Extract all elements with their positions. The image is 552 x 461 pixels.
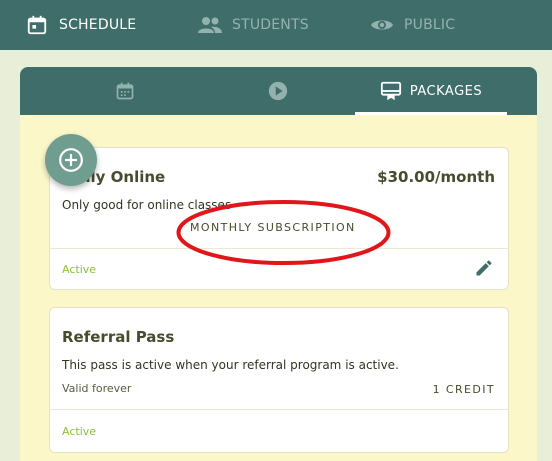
add-package-button[interactable]: [45, 134, 97, 186]
package-credits: 1 CREDIT: [432, 383, 495, 396]
status-badge: Active: [62, 263, 97, 276]
card-divider: [50, 409, 508, 410]
package-description: Only good for online classes: [62, 198, 232, 212]
play-icon: [268, 81, 288, 101]
tab-video[interactable]: [233, 67, 323, 115]
calendar-icon: [116, 82, 134, 100]
nav-schedule-label: SCHEDULE: [59, 17, 137, 33]
people-icon: [198, 17, 222, 33]
card-divider: [50, 248, 508, 249]
nav-public-label: PUBLIC: [404, 17, 456, 33]
package-price: $30.00/month: [377, 168, 495, 186]
top-navigation: SCHEDULE STUDENTS PUBLIC: [0, 0, 552, 50]
eye-icon: [371, 20, 393, 30]
edit-button[interactable]: [474, 258, 494, 282]
tab-calendar[interactable]: [80, 67, 170, 115]
nav-students-label: STUDENTS: [232, 17, 309, 33]
packages-panel: PACKAGES nthly Online $30.00/month Only …: [20, 67, 537, 461]
tab-packages-label: PACKAGES: [409, 83, 483, 99]
package-card[interactable]: Referral Pass This pass is active when y…: [49, 307, 509, 453]
active-tab-indicator: [355, 112, 507, 115]
pencil-icon: [476, 260, 492, 276]
nav-schedule[interactable]: SCHEDULE: [26, 0, 136, 50]
package-validity: Valid forever: [62, 382, 132, 395]
package-title: Referral Pass: [62, 328, 175, 346]
package-card[interactable]: nthly Online $30.00/month Only good for …: [49, 147, 509, 290]
package-type: MONTHLY SUBSCRIPTION: [190, 221, 356, 234]
package-description: This pass is active when your referral p…: [62, 358, 399, 372]
nav-public[interactable]: PUBLIC: [370, 0, 455, 50]
plus-circle-icon: [59, 148, 83, 172]
section-tabs: PACKAGES: [20, 67, 537, 115]
tab-packages[interactable]: PACKAGES: [355, 67, 507, 115]
card-icon: [380, 81, 401, 101]
nav-students[interactable]: STUDENTS: [198, 0, 309, 50]
calendar-icon: [27, 15, 47, 35]
status-badge: Active: [62, 425, 97, 438]
